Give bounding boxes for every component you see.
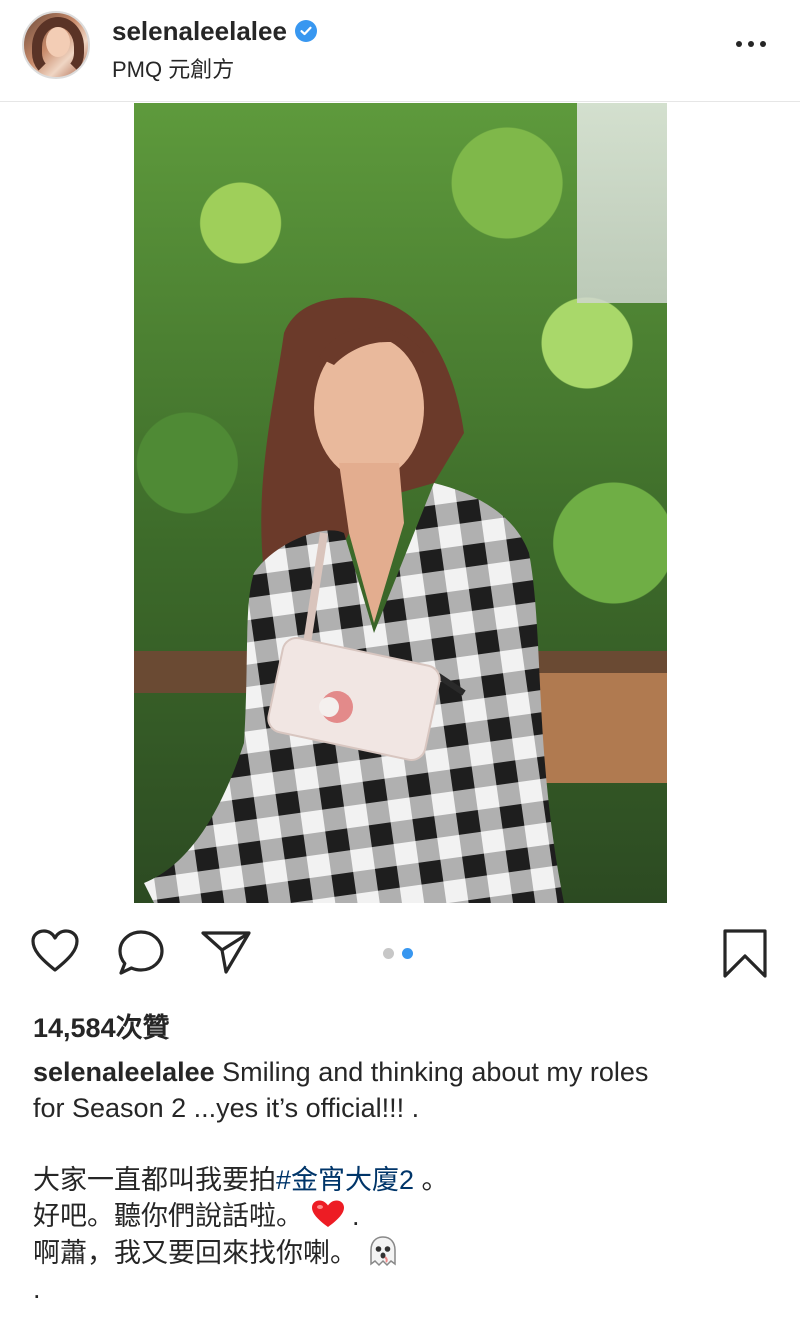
username-row: selenaleelalee <box>112 16 317 46</box>
verified-badge-icon <box>294 20 317 42</box>
caption-text: Smiling and thinking about my roles <box>222 1057 649 1087</box>
caption-line: 啊蕭，我又要回來找你喇。 <box>33 1234 773 1271</box>
caption-line: 大家一直都叫我要拍#金宵大廈2 。 <box>33 1162 773 1198</box>
caption-line: for Season 2 ...yes it’s official!!! . <box>33 1093 420 1123</box>
bookmark-icon[interactable] <box>721 928 769 985</box>
caption: selenaleelalee Smiling and thinking abou… <box>33 1054 773 1307</box>
caption-line: selenaleelalee Smiling and thinking abou… <box>33 1054 773 1090</box>
likes-count[interactable]: 14,584次贊 <box>33 1006 170 1045</box>
username-link[interactable]: selenaleelalee <box>112 16 287 47</box>
post-header: selenaleelalee PMQ 元創方 <box>0 0 800 102</box>
avatar[interactable] <box>22 11 90 79</box>
carousel-dot-active[interactable] <box>402 948 413 959</box>
caption-text: 好吧。聽你們說話啦。 <box>33 1201 303 1231</box>
ghost-emoji-icon <box>365 1234 401 1270</box>
caption-line: 好吧。聽你們說話啦。 . <box>33 1198 773 1234</box>
caption-text: 啊蕭，我又要回來找你喇。 <box>33 1238 357 1268</box>
instagram-post: selenaleelalee PMQ 元創方 14,584次贊 selenale… <box>0 0 800 1338</box>
heart-icon[interactable] <box>30 928 80 979</box>
caption-text: 大家一直都叫我要拍 <box>33 1165 276 1195</box>
caption-text: . <box>344 1201 360 1231</box>
caption-text: 。 <box>414 1165 449 1195</box>
carousel-dot[interactable] <box>383 948 394 959</box>
more-options-icon[interactable] <box>736 36 770 52</box>
post-image[interactable] <box>134 103 667 903</box>
red-heart-emoji-icon <box>311 1199 345 1229</box>
hashtag-link[interactable]: #金宵大廈2 <box>276 1165 414 1195</box>
comment-icon[interactable] <box>116 928 166 983</box>
caption-username[interactable]: selenaleelalee <box>33 1057 215 1087</box>
send-icon[interactable] <box>200 928 252 981</box>
caption-blank-line <box>33 1126 773 1162</box>
carousel-indicator <box>383 948 413 959</box>
caption-line: . <box>33 1274 41 1304</box>
location-link[interactable]: PMQ 元創方 <box>112 52 234 84</box>
